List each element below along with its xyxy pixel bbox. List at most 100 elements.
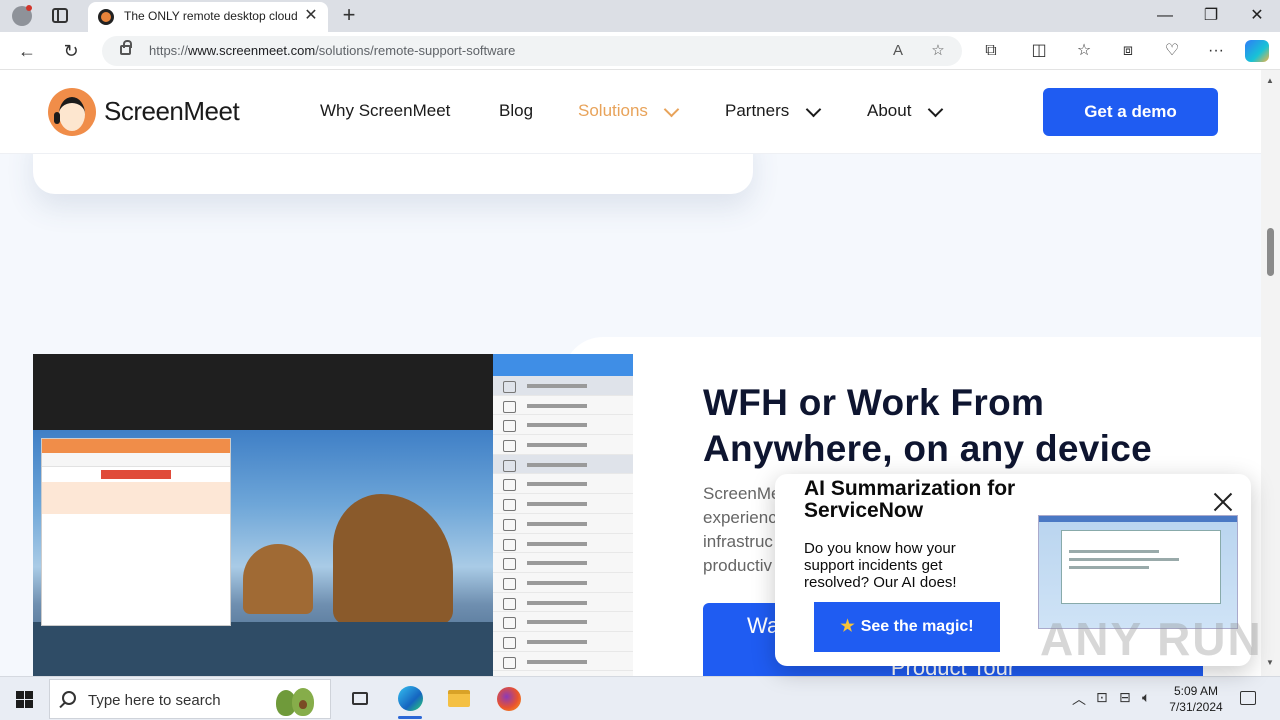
screenmeet-favicon-icon	[98, 9, 114, 25]
support-tool-row	[493, 652, 633, 672]
nav-why-screenmeet[interactable]: Why ScreenMeet	[320, 101, 450, 121]
logo-text[interactable]: ScreenMeet	[104, 96, 240, 127]
firefox-logo-icon	[497, 687, 521, 711]
support-tool-row	[493, 534, 633, 554]
support-tool-row	[493, 435, 633, 455]
windows-start-icon[interactable]	[0, 677, 48, 720]
taskbar-search-box[interactable]: Type here to search	[49, 679, 331, 719]
edge-browser-icon[interactable]	[390, 679, 430, 719]
popup-close-icon[interactable]	[1211, 490, 1235, 514]
extensions-icon[interactable]: ⧉	[979, 40, 1003, 62]
search-placeholder: Type here to search	[88, 692, 221, 709]
feature-description: ScreenMe experienc infrastruc productiv	[703, 482, 783, 578]
chevron-down-icon[interactable]	[926, 102, 946, 118]
wallpaper-sea	[33, 622, 493, 676]
taskbar-clock[interactable]: 5:09 AM 7/31/2024	[1163, 683, 1229, 715]
scroll-up-arrow-icon[interactable]: ▲	[1266, 76, 1274, 85]
site-header: ScreenMeet Why ScreenMeet Blog Solutions…	[0, 70, 1261, 154]
feature-description-line: experienc	[703, 508, 777, 527]
preview-text-line	[1069, 550, 1159, 553]
screenshot-dark-area	[33, 354, 493, 430]
tab-actions-icon[interactable]	[52, 8, 68, 23]
task-view-icon[interactable]	[340, 679, 380, 719]
see-the-magic-label: See the magic!	[860, 618, 974, 635]
feature-description-line: ScreenMe	[703, 484, 781, 503]
notification-center-icon[interactable]	[1240, 691, 1256, 705]
window-close-button[interactable]: ✕	[1234, 4, 1280, 28]
nav-solutions[interactable]: Solutions	[578, 101, 648, 121]
popup-text: Do you know how your support incidents g…	[804, 540, 957, 591]
nav-blog[interactable]: Blog	[499, 101, 533, 121]
profile-avatar-icon[interactable]	[12, 5, 32, 26]
support-tool-row	[493, 514, 633, 534]
session-window-titlebar	[42, 439, 230, 453]
more-options-icon[interactable]: ···	[1204, 40, 1228, 62]
support-tool-row	[493, 396, 633, 416]
clock-time: 5:09 AM	[1173, 684, 1219, 698]
wallpaper-rock	[243, 544, 313, 614]
feature-description-line: infrastruc	[703, 532, 773, 551]
support-tool-row	[493, 474, 633, 495]
new-tab-button[interactable]: +	[338, 4, 360, 28]
screenshot-support-tools-panel	[493, 354, 633, 676]
popup-title: AI Summarization for ServiceNow	[804, 477, 1016, 522]
refresh-button[interactable]: ↻	[58, 39, 84, 63]
browser-tab-active[interactable]: The ONLY remote desktop cloud ✕	[88, 2, 328, 32]
read-aloud-icon[interactable]: A	[887, 41, 909, 61]
url-text: https://www.screenmeet.com/solutions/rem…	[149, 43, 515, 58]
session-window-notice	[42, 482, 230, 514]
tray-device-icon[interactable]: ⊡	[1096, 689, 1108, 706]
search-icon	[62, 691, 76, 705]
file-explorer-icon[interactable]	[439, 679, 479, 719]
copilot-icon[interactable]	[1245, 40, 1269, 62]
support-tool-row	[493, 494, 633, 514]
get-a-demo-button[interactable]: Get a demo	[1043, 88, 1218, 136]
feature-title: WFH or Work From Anywhere, on any device	[703, 382, 1153, 469]
nav-about[interactable]: About	[867, 101, 911, 121]
screenmeet-logo-icon[interactable]	[48, 88, 96, 136]
browser-toolbar: ← ↻ https://www.screenmeet.com/solutions…	[0, 32, 1280, 70]
scroll-down-arrow-icon[interactable]: ▼	[1266, 658, 1274, 667]
star-icon: ★	[840, 618, 855, 635]
screenshot-session-window	[41, 438, 231, 626]
nav-partners[interactable]: Partners	[725, 101, 789, 121]
support-tool-row	[493, 415, 633, 436]
support-tool-row	[493, 454, 633, 475]
lock-icon[interactable]	[120, 40, 132, 55]
edge-logo-icon	[398, 686, 423, 711]
folder-icon	[448, 690, 470, 707]
see-the-magic-button[interactable]: ★ See the magic!	[814, 602, 1000, 652]
tray-overflow-chevron-icon[interactable]: ︿	[1072, 689, 1086, 709]
firefox-icon[interactable]	[489, 679, 529, 719]
back-button[interactable]: ←	[14, 39, 40, 63]
split-screen-icon[interactable]: ◫	[1027, 40, 1051, 62]
url-domain: www.screenmeet.com	[188, 43, 316, 58]
address-bar[interactable]: https://www.screenmeet.com/solutions/rem…	[102, 36, 962, 66]
windows-taskbar: Type here to search ︿ ⊡ ⊟ 🔈︎ 5:09 AM 7/3…	[0, 676, 1280, 720]
preview-text-line	[1069, 558, 1179, 561]
favorites-icon[interactable]: ☆	[1072, 40, 1096, 62]
browser-essentials-icon[interactable]: ♡	[1160, 40, 1184, 62]
window-restore-button[interactable]: ❐	[1188, 4, 1234, 28]
feature-description-line: productiv	[703, 556, 772, 575]
preview-titlebar	[1039, 516, 1237, 522]
tab-title: The ONLY remote desktop cloud	[124, 9, 298, 23]
volume-icon[interactable]: 🔈︎	[1142, 689, 1150, 706]
favorite-star-icon[interactable]: ☆	[927, 41, 949, 61]
session-window-toolbar	[42, 453, 230, 467]
chevron-down-icon[interactable]	[804, 102, 824, 118]
task-view-glyph	[352, 692, 368, 705]
preview-text-line	[1069, 566, 1149, 569]
tab-close-button[interactable]: ✕	[302, 7, 320, 25]
avocado-search-highlight-icon	[272, 684, 316, 716]
network-icon[interactable]: ⊟	[1119, 689, 1131, 706]
page-scrollbar[interactable]: ▲ ▼	[1261, 70, 1280, 676]
url-path: /solutions/remote-support-software	[315, 43, 516, 58]
product-screenshot-image	[33, 354, 633, 676]
window-minimize-button[interactable]: —	[1142, 4, 1188, 28]
chevron-down-icon[interactable]	[662, 102, 682, 118]
collections-icon[interactable]: ⧈	[1116, 40, 1140, 62]
support-tool-row	[493, 573, 633, 593]
scrollbar-thumb[interactable]	[1267, 228, 1274, 276]
session-stop-remote-button	[101, 470, 171, 479]
